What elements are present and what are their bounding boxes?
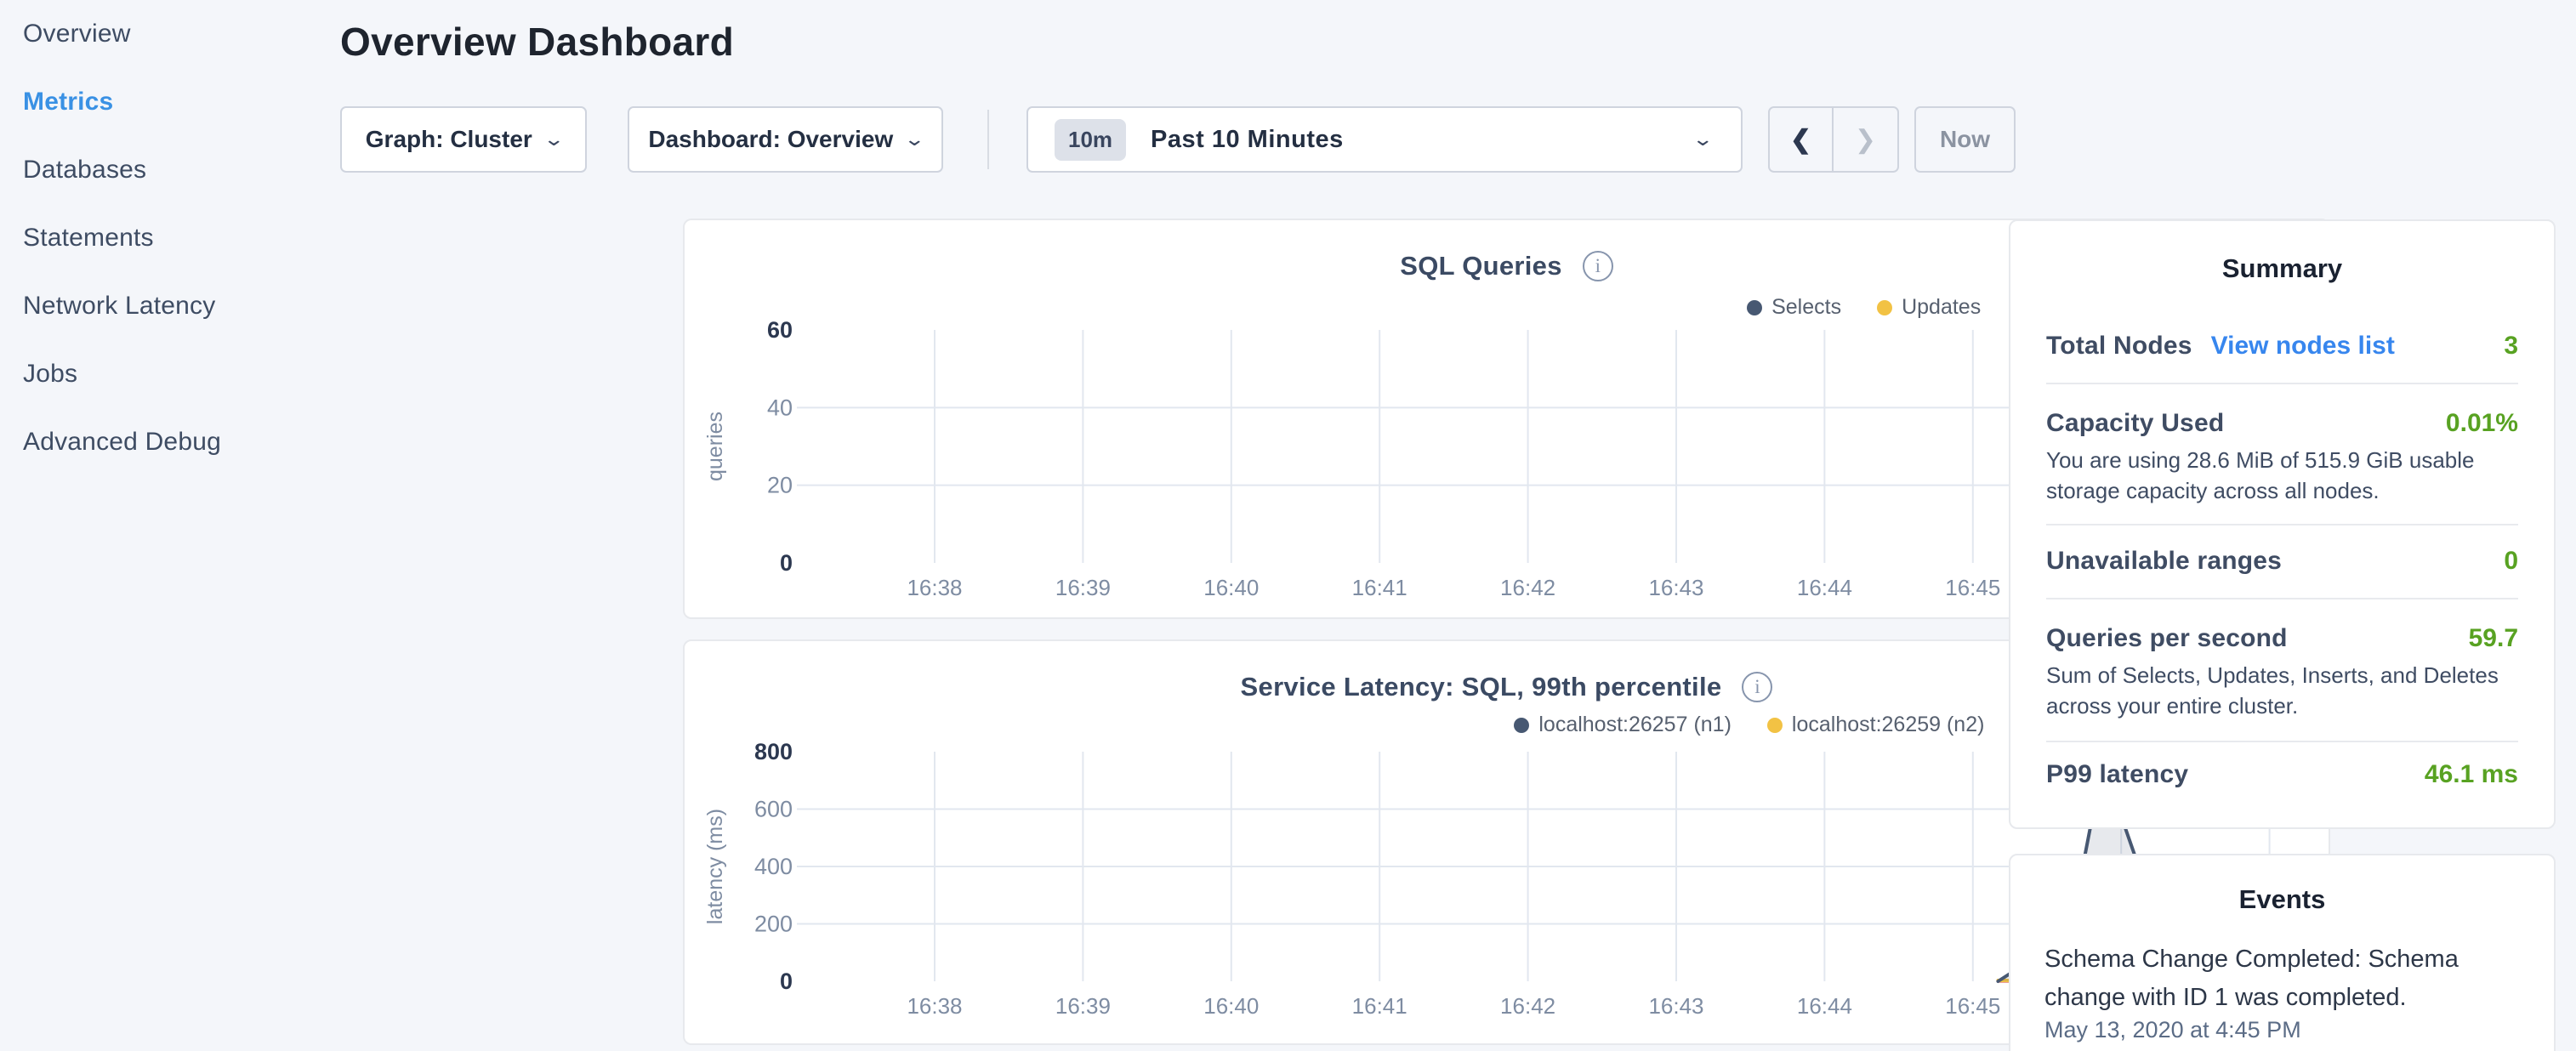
summary-panel: Summary Total Nodes View nodes list 3 Cap… [2009, 219, 2556, 829]
time-range-badge: 10m [1055, 119, 1126, 161]
x-axis-tick: 16:42 [1500, 993, 1555, 1019]
sidebar-item-metrics[interactable]: Metrics [23, 68, 340, 136]
summary-value: 0.01% [2446, 409, 2518, 438]
x-axis-tick: 16:41 [1352, 993, 1407, 1019]
toolbar-divider [987, 110, 989, 169]
y-axis-tick: 40 [767, 395, 793, 420]
y-axis-tick: 60 [767, 317, 793, 343]
x-axis-tick: 16:38 [907, 575, 962, 600]
y-axis-label: queries [703, 412, 727, 481]
time-step-buttons: ❮ ❯ [1768, 106, 1899, 173]
sidebar-item-jobs[interactable]: Jobs [23, 340, 340, 408]
y-axis-label: latency (ms) [703, 809, 727, 924]
chevron-down-icon: ⌄ [543, 128, 565, 151]
divider [2046, 383, 2518, 384]
y-axis-tick: 200 [754, 912, 793, 937]
x-axis-tick: 16:45 [1945, 993, 2000, 1019]
summary-row-unavailable-ranges: Unavailable ranges 0 [2046, 547, 2518, 581]
time-back-button[interactable]: ❮ [1770, 108, 1834, 171]
summary-label: Unavailable ranges [2046, 547, 2282, 575]
sidebar-item-statements[interactable]: Statements [23, 204, 340, 272]
x-axis-tick: 16:41 [1352, 575, 1407, 600]
summary-value: 59.7 [2469, 624, 2518, 653]
divider [2046, 598, 2518, 599]
x-axis-tick: 16:43 [1648, 993, 1703, 1019]
x-axis-tick: 16:42 [1500, 575, 1555, 600]
x-axis-tick: 16:45 [1945, 575, 2000, 600]
summary-row-capacity-used: Capacity Used 0.01% [2046, 409, 2518, 443]
graph-dropdown[interactable]: Graph: Cluster ⌄ [340, 106, 587, 173]
chevron-down-icon: ⌄ [904, 128, 926, 151]
summary-value: 3 [2504, 332, 2518, 361]
summary-title: Summary [2010, 253, 2554, 284]
x-axis-tick: 16:39 [1055, 993, 1111, 1019]
time-forward-button[interactable]: ❯ [1834, 108, 1897, 171]
toolbar: Graph: Cluster ⌄ Dashboard: Overview ⌄ 1… [340, 106, 1990, 173]
main-content: Overview Dashboard Graph: Cluster ⌄ Dash… [340, 0, 1990, 65]
summary-label: Capacity Used [2046, 409, 2224, 437]
summary-value: 0 [2504, 547, 2518, 576]
graph-dropdown-label: Graph: Cluster [366, 126, 532, 153]
sidebar-item-network-latency[interactable]: Network Latency [23, 272, 340, 340]
y-axis-tick: 400 [754, 854, 793, 879]
summary-label: Total Nodes [2046, 332, 2192, 360]
y-axis-tick: 0 [780, 550, 793, 576]
sidebar-item-advanced-debug[interactable]: Advanced Debug [23, 408, 340, 476]
now-button[interactable]: Now [1914, 106, 2016, 173]
x-axis-tick: 16:44 [1797, 575, 1852, 600]
time-range-label: Past 10 Minutes [1151, 126, 1344, 154]
y-axis-tick: 20 [767, 473, 793, 498]
events-title: Events [2010, 884, 2554, 915]
y-axis-tick: 600 [754, 797, 793, 822]
event-item-time: May 13, 2020 at 4:45 PM [2044, 1017, 2301, 1043]
y-axis-tick: 800 [754, 739, 793, 764]
chevron-down-icon: ⌄ [1692, 128, 1714, 151]
x-axis-tick: 16:40 [1203, 993, 1259, 1019]
x-axis-tick: 16:43 [1648, 575, 1703, 600]
event-item-text: Schema Change Completed: Schema change w… [2044, 940, 2522, 1017]
x-axis-tick: 16:39 [1055, 575, 1111, 600]
dashboard-dropdown-label: Dashboard: Overview [648, 126, 893, 153]
summary-description: Sum of Selects, Updates, Inserts, and De… [2046, 660, 2520, 721]
events-panel: Events Schema Change Completed: Schema c… [2009, 854, 2556, 1051]
summary-description: You are using 28.6 MiB of 515.9 GiB usab… [2046, 445, 2520, 506]
summary-label: P99 latency [2046, 760, 2188, 788]
time-range-selector[interactable]: 10m Past 10 Minutes ⌄ [1026, 106, 1743, 173]
sidebar-item-overview[interactable]: Overview [23, 0, 340, 68]
summary-label: Queries per second [2046, 624, 2288, 652]
x-axis-tick: 16:40 [1203, 575, 1259, 600]
page-title: Overview Dashboard [340, 19, 1990, 65]
divider [2046, 524, 2518, 526]
y-axis-tick: 0 [780, 969, 793, 994]
dashboard-dropdown[interactable]: Dashboard: Overview ⌄ [628, 106, 943, 173]
summary-row-p99-latency: P99 latency 46.1 ms [2046, 760, 2518, 794]
summary-row-queries-per-second: Queries per second 59.7 [2046, 624, 2518, 658]
x-axis-tick: 16:38 [907, 993, 962, 1019]
sidebar-item-databases[interactable]: Databases [23, 136, 340, 204]
divider [2046, 741, 2518, 742]
sidebar: Overview Metrics Databases Statements Ne… [0, 0, 340, 1051]
summary-row-total-nodes: Total Nodes View nodes list 3 [2046, 332, 2518, 366]
view-nodes-list-link[interactable]: View nodes list [2211, 332, 2395, 360]
x-axis-tick: 16:44 [1797, 993, 1852, 1019]
summary-value: 46.1 ms [2425, 760, 2518, 789]
